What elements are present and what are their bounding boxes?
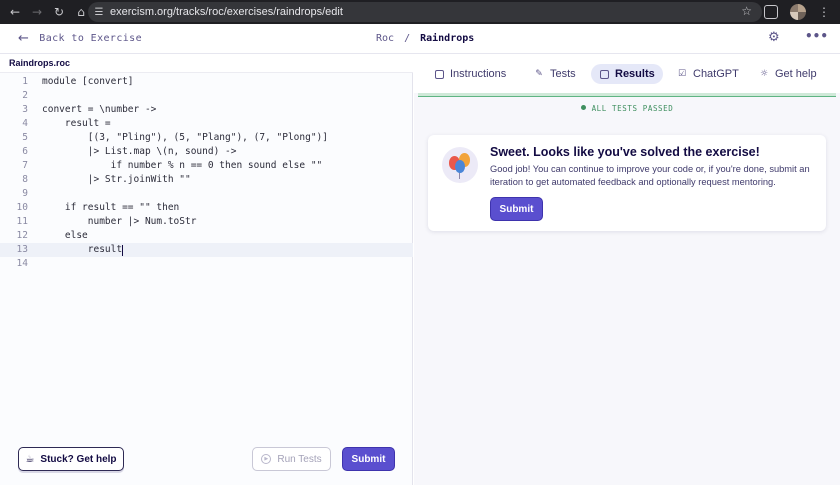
code-text: if number % n == 0 then sound else "" [42, 160, 323, 171]
tab-label: Results [615, 68, 655, 80]
breadcrumb-separator: / [404, 33, 411, 44]
back-label: Back to Exercise [39, 33, 143, 44]
stuck-label: Stuck? Get help [40, 453, 117, 465]
line-number: 11 [16, 216, 28, 227]
tab-label: Get help [775, 68, 817, 80]
help-icon: ☼ [759, 69, 769, 79]
line-number: 2 [22, 90, 28, 101]
code-line[interactable]: 2 [0, 89, 413, 103]
code-text: module [convert] [42, 76, 134, 87]
help-bot-icon: ☕ [25, 453, 35, 465]
code-line[interactable]: 5 [(3, "Pling"), (5, "Plang"), (7, "Plon… [0, 131, 413, 145]
line-number: 10 [16, 202, 28, 213]
browser-back-icon[interactable]: ← [4, 0, 26, 24]
profile-avatar[interactable] [790, 4, 806, 20]
bookmark-star-icon[interactable]: ☆ [741, 4, 752, 18]
status-text: ALL TESTS PASSED [591, 104, 674, 113]
balloons-icon [442, 147, 478, 183]
tab-label: ChatGPT [693, 68, 739, 80]
code-text: if result == "" then [42, 202, 180, 213]
breadcrumb-track[interactable]: Roc [376, 33, 394, 44]
run-tests-button[interactable]: ▶ Run Tests [252, 447, 331, 471]
arrow-left-icon: ← [18, 31, 30, 46]
tab-instructions[interactable]: Instructions [426, 64, 514, 84]
code-text: |> Str.joinWith "" [42, 174, 191, 185]
browser-toolbar: ← → ↻ ⌂ ☰ exercism.org/tracks/roc/exerci… [0, 0, 840, 24]
tab-tests[interactable]: ✎ Tests [526, 64, 584, 84]
success-message: Good job! You can continue to improve yo… [490, 164, 810, 187]
run-tests-label: Run Tests [277, 453, 322, 465]
tab-get-help[interactable]: ☼ Get help [751, 64, 825, 84]
tab-chatgpt[interactable]: ☑ ChatGPT [669, 64, 747, 84]
breadcrumb-exercise: Raindrops [420, 33, 475, 44]
code-line[interactable]: 6 |> List.map \(n, sound) -> [0, 145, 413, 159]
back-to-exercise-link[interactable]: ← Back to Exercise [18, 31, 142, 46]
code-line[interactable]: 12 else [0, 229, 413, 243]
browser-reload-icon[interactable]: ↻ [48, 0, 70, 24]
results-icon [599, 69, 609, 79]
breadcrumb: Roc / Raindrops [376, 33, 474, 44]
code-line[interactable]: 3 convert = \number -> [0, 103, 413, 117]
code-line[interactable]: 14 [0, 257, 413, 271]
editor-header: ← Back to Exercise Roc / Raindrops ⚙ ••• [0, 24, 840, 54]
instructions-icon [434, 69, 444, 79]
code-area[interactable]: 1 module [convert] 2 3 convert = \number -> 4… [0, 75, 413, 271]
line-number: 8 [22, 174, 28, 185]
browser-menu-icon[interactable]: ⋮ [818, 5, 830, 19]
line-number: 14 [16, 258, 28, 269]
text-cursor [122, 245, 124, 256]
line-number: 13 [16, 244, 28, 255]
tests-passed-status: ALL TESTS PASSED [414, 104, 840, 113]
file-name: Raindrops.roc [9, 58, 71, 68]
code-line[interactable]: 9 [0, 187, 413, 201]
test-status-bar [418, 93, 836, 97]
tab-label: Instructions [450, 68, 507, 80]
code-line[interactable]: 11 number |> Num.toStr [0, 215, 413, 229]
line-number: 4 [22, 118, 28, 129]
status-dot-icon [580, 105, 586, 110]
code-line[interactable]: 4 result = [0, 117, 413, 131]
stuck-get-help-button[interactable]: ☕ Stuck? Get help [18, 447, 124, 471]
file-tab[interactable]: Raindrops.roc [0, 55, 413, 73]
line-number: 5 [22, 132, 28, 143]
code-text: convert = \number -> [42, 104, 157, 115]
extensions-icon[interactable] [764, 5, 778, 19]
code-line[interactable]: 13 result [0, 243, 413, 257]
line-number: 1 [22, 76, 28, 87]
site-info-icon[interactable]: ☰ [88, 7, 110, 18]
code-line[interactable]: 1 module [convert] [0, 75, 413, 89]
code-editor-pane: Raindrops.roc 1 module [convert] 2 3 convert… [0, 55, 413, 485]
settings-gear-icon[interactable]: ⚙ [768, 30, 780, 45]
code-text: |> List.map \(n, sound) -> [42, 146, 237, 157]
success-title: Sweet. Looks like you've solved the exer… [490, 145, 760, 159]
submit-button[interactable]: Submit [342, 447, 395, 471]
line-number: 6 [22, 146, 28, 157]
submit-iteration-button[interactable]: Submit [490, 197, 543, 221]
code-line[interactable]: 10 if result == "" then [0, 201, 413, 215]
code-text: number |> Num.toStr [42, 216, 197, 227]
browser-forward-icon[interactable]: → [26, 0, 48, 24]
tab-label: Tests [550, 68, 576, 80]
results-pane: Instructions ✎ Tests Results ☑ ChatGPT ☼… [414, 55, 840, 485]
code-text: result [42, 244, 123, 255]
line-number: 7 [22, 160, 28, 171]
address-bar[interactable]: ☰ exercism.org/tracks/roc/exercises/rain… [88, 2, 762, 22]
tests-icon: ✎ [535, 69, 543, 79]
panel-tabs: Instructions ✎ Tests Results ☑ ChatGPT ☼… [414, 55, 840, 93]
address-url: exercism.org/tracks/roc/exercises/raindr… [110, 6, 343, 18]
success-card: Sweet. Looks like you've solved the exer… [428, 135, 826, 231]
line-number: 9 [22, 188, 28, 199]
code-text: result = [42, 118, 111, 129]
play-icon: ▶ [261, 454, 272, 464]
code-text: else [42, 230, 88, 241]
code-line[interactable]: 7 if number % n == 0 then sound else "" [0, 159, 413, 173]
line-number: 3 [22, 104, 28, 115]
code-line[interactable]: 8 |> Str.joinWith "" [0, 173, 413, 187]
line-number: 12 [16, 230, 28, 241]
code-text: [(3, "Pling"), (5, "Plang"), (7, "Plong"… [42, 132, 328, 143]
chatgpt-icon: ☑ [677, 69, 687, 79]
more-options-icon[interactable]: ••• [805, 29, 828, 43]
tab-results[interactable]: Results [591, 64, 663, 84]
